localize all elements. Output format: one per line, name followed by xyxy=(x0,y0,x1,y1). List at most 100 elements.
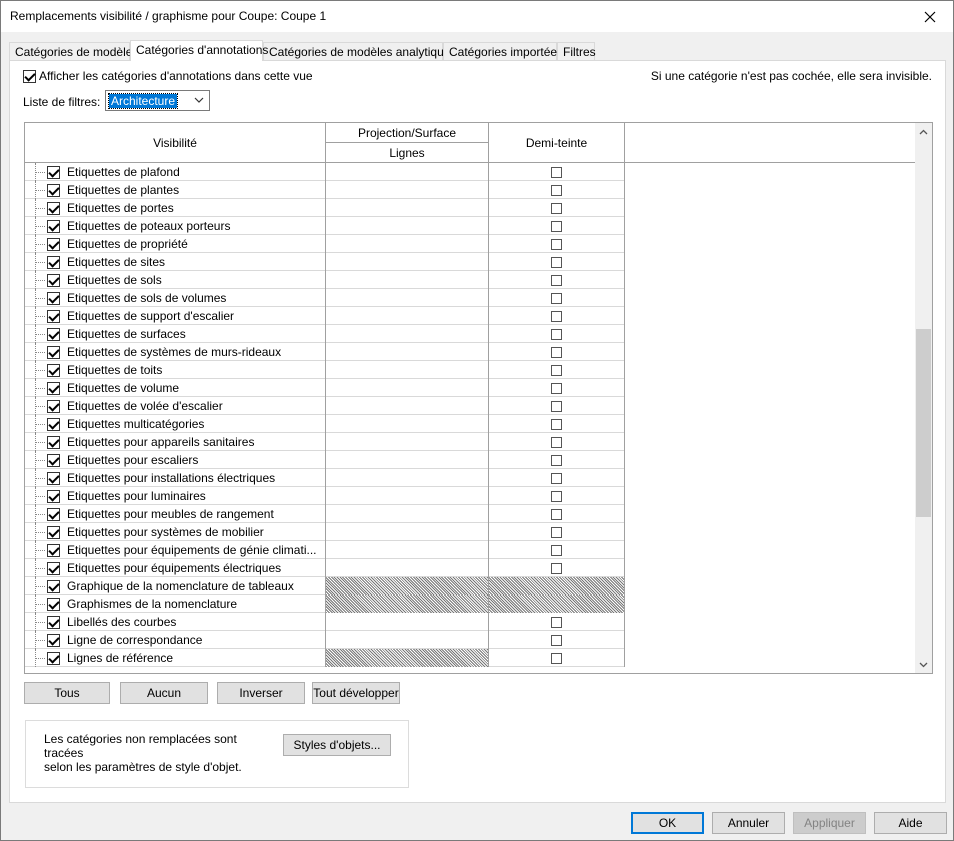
lines-cell[interactable] xyxy=(326,235,489,253)
lines-cell[interactable] xyxy=(326,541,489,559)
halftone-checkbox[interactable] xyxy=(551,454,562,466)
halftone-checkbox[interactable] xyxy=(551,526,562,538)
scroll-down-button[interactable] xyxy=(915,656,932,673)
halftone-checkbox[interactable] xyxy=(551,238,562,250)
show-categories-checkbox[interactable] xyxy=(23,69,36,83)
table-row[interactable]: Etiquettes de propriété xyxy=(25,235,625,253)
halftone-checkbox[interactable] xyxy=(551,274,562,286)
halftone-checkbox[interactable] xyxy=(551,256,562,268)
row-visibility-checkbox[interactable] xyxy=(47,184,60,197)
lines-cell[interactable] xyxy=(326,199,489,217)
halftone-cell[interactable] xyxy=(489,631,625,649)
row-visibility-checkbox[interactable] xyxy=(47,472,60,485)
lines-cell[interactable] xyxy=(326,415,489,433)
table-row[interactable]: Etiquettes multicatégories xyxy=(25,415,625,433)
row-visibility-checkbox[interactable] xyxy=(47,400,60,413)
table-row[interactable]: Etiquettes de sols de volumes xyxy=(25,289,625,307)
halftone-cell[interactable] xyxy=(489,487,625,505)
tab-annotation-categories[interactable]: Catégories d'annotations xyxy=(130,40,268,61)
table-row[interactable]: Etiquettes pour luminaires xyxy=(25,487,625,505)
row-visibility-checkbox[interactable] xyxy=(47,382,60,395)
table-row[interactable]: Etiquettes pour équipements électriques xyxy=(25,559,625,577)
halftone-cell[interactable] xyxy=(489,343,625,361)
lines-cell[interactable] xyxy=(326,163,489,181)
row-visibility-checkbox[interactable] xyxy=(47,562,60,575)
halftone-checkbox[interactable] xyxy=(551,382,562,394)
halftone-cell[interactable] xyxy=(489,181,625,199)
scroll-up-button[interactable] xyxy=(915,123,932,140)
halftone-checkbox[interactable] xyxy=(551,544,562,556)
table-row[interactable]: Etiquettes pour systèmes de mobilier xyxy=(25,523,625,541)
tab-model-categories[interactable]: Catégories de modèles xyxy=(9,42,138,61)
lines-cell[interactable] xyxy=(326,487,489,505)
halftone-cell[interactable] xyxy=(489,361,625,379)
lines-cell[interactable] xyxy=(326,433,489,451)
halftone-cell[interactable] xyxy=(489,289,625,307)
tab-analytical-model-categories[interactable]: Catégories de modèles analytiques xyxy=(263,42,456,61)
filter-list-dropdown[interactable]: Architecture xyxy=(105,90,210,111)
header-halftone[interactable]: Demi-teinte xyxy=(489,123,625,163)
ok-button[interactable]: OK xyxy=(631,812,704,834)
table-row[interactable]: Etiquettes pour appareils sanitaires xyxy=(25,433,625,451)
halftone-checkbox[interactable] xyxy=(551,616,562,628)
halftone-cell[interactable] xyxy=(489,163,625,181)
table-row[interactable]: Etiquettes pour installations électrique… xyxy=(25,469,625,487)
row-visibility-checkbox[interactable] xyxy=(47,220,60,233)
halftone-cell[interactable] xyxy=(489,649,625,667)
table-row[interactable]: Etiquettes pour meubles de rangement xyxy=(25,505,625,523)
row-visibility-checkbox[interactable] xyxy=(47,544,60,557)
table-row[interactable]: Ligne de correspondance xyxy=(25,631,625,649)
halftone-checkbox[interactable] xyxy=(551,508,562,520)
row-visibility-checkbox[interactable] xyxy=(47,310,60,323)
halftone-cell[interactable] xyxy=(489,433,625,451)
lines-cell[interactable] xyxy=(326,343,489,361)
row-visibility-checkbox[interactable] xyxy=(47,364,60,377)
table-row[interactable]: Etiquettes de toits xyxy=(25,361,625,379)
halftone-checkbox[interactable] xyxy=(551,652,562,664)
table-row[interactable]: Libellés des courbes xyxy=(25,613,625,631)
halftone-cell[interactable] xyxy=(489,451,625,469)
close-button[interactable] xyxy=(907,1,953,32)
halftone-cell[interactable] xyxy=(489,505,625,523)
table-row[interactable]: Etiquettes de poteaux porteurs xyxy=(25,217,625,235)
table-row[interactable]: Etiquettes de portes xyxy=(25,199,625,217)
table-row[interactable]: Etiquettes de sols xyxy=(25,271,625,289)
halftone-checkbox[interactable] xyxy=(551,472,562,484)
row-visibility-checkbox[interactable] xyxy=(47,490,60,503)
vertical-scrollbar[interactable] xyxy=(915,123,932,673)
row-visibility-checkbox[interactable] xyxy=(47,418,60,431)
lines-cell[interactable] xyxy=(326,325,489,343)
lines-cell[interactable] xyxy=(326,559,489,577)
halftone-cell[interactable] xyxy=(489,253,625,271)
row-visibility-checkbox[interactable] xyxy=(47,166,60,179)
row-visibility-checkbox[interactable] xyxy=(47,580,60,593)
row-visibility-checkbox[interactable] xyxy=(47,238,60,251)
table-row[interactable]: Etiquettes de volume xyxy=(25,379,625,397)
table-row[interactable]: Etiquettes de systèmes de murs-rideaux xyxy=(25,343,625,361)
lines-cell[interactable] xyxy=(326,361,489,379)
lines-cell[interactable] xyxy=(326,271,489,289)
halftone-checkbox[interactable] xyxy=(551,418,562,430)
lines-cell[interactable] xyxy=(326,613,489,631)
lines-cell[interactable] xyxy=(326,253,489,271)
scroll-thumb[interactable] xyxy=(916,329,931,517)
table-row[interactable]: Etiquettes de plafond xyxy=(25,163,625,181)
table-row[interactable]: Etiquettes de support d'escalier xyxy=(25,307,625,325)
table-row[interactable]: Etiquettes de plantes xyxy=(25,181,625,199)
halftone-checkbox[interactable] xyxy=(551,364,562,376)
halftone-cell[interactable] xyxy=(489,217,625,235)
lines-cell[interactable] xyxy=(326,505,489,523)
row-visibility-checkbox[interactable] xyxy=(47,454,60,467)
lines-cell[interactable] xyxy=(326,379,489,397)
halftone-checkbox[interactable] xyxy=(551,202,562,214)
halftone-checkbox[interactable] xyxy=(551,490,562,502)
lines-cell[interactable] xyxy=(326,469,489,487)
header-visibility[interactable]: Visibilité xyxy=(25,123,326,163)
table-row[interactable]: Graphismes de la nomenclature xyxy=(25,595,625,613)
halftone-cell[interactable] xyxy=(489,523,625,541)
row-visibility-checkbox[interactable] xyxy=(47,508,60,521)
row-visibility-checkbox[interactable] xyxy=(47,652,60,665)
table-row[interactable]: Etiquettes de surfaces xyxy=(25,325,625,343)
halftone-checkbox[interactable] xyxy=(551,634,562,646)
halftone-cell[interactable] xyxy=(489,469,625,487)
